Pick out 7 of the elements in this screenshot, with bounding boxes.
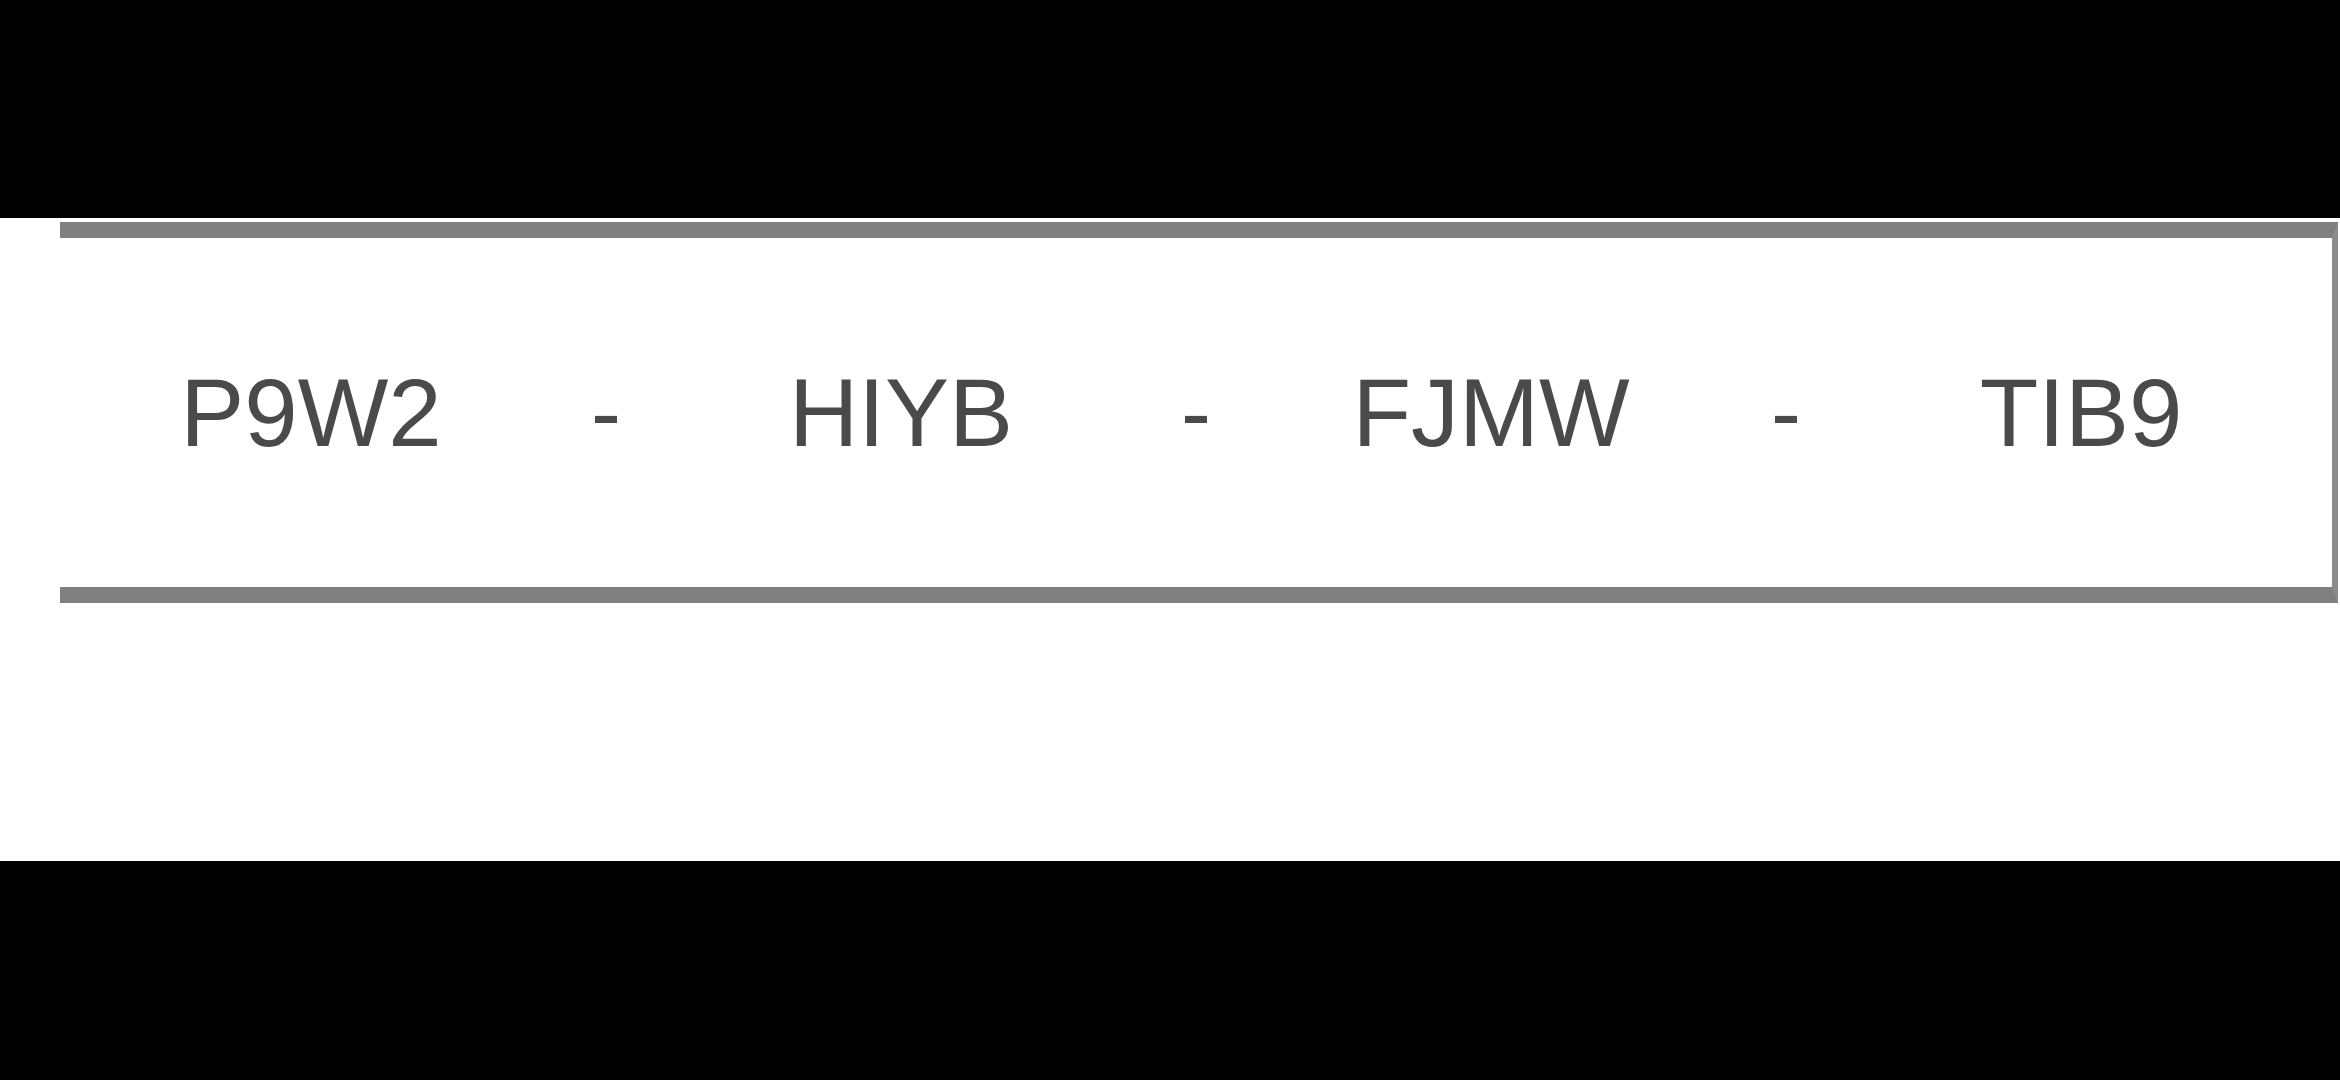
dash-text: - bbox=[1181, 367, 1211, 458]
dash-text: - bbox=[591, 367, 621, 458]
code-group-text: TIB9 bbox=[1979, 364, 2183, 461]
dash-text: - bbox=[1771, 367, 1801, 458]
code-group-text: HIYB bbox=[788, 364, 1014, 461]
code-group-text: P9W2 bbox=[180, 364, 442, 461]
code-group-text: FJMW bbox=[1352, 364, 1630, 461]
